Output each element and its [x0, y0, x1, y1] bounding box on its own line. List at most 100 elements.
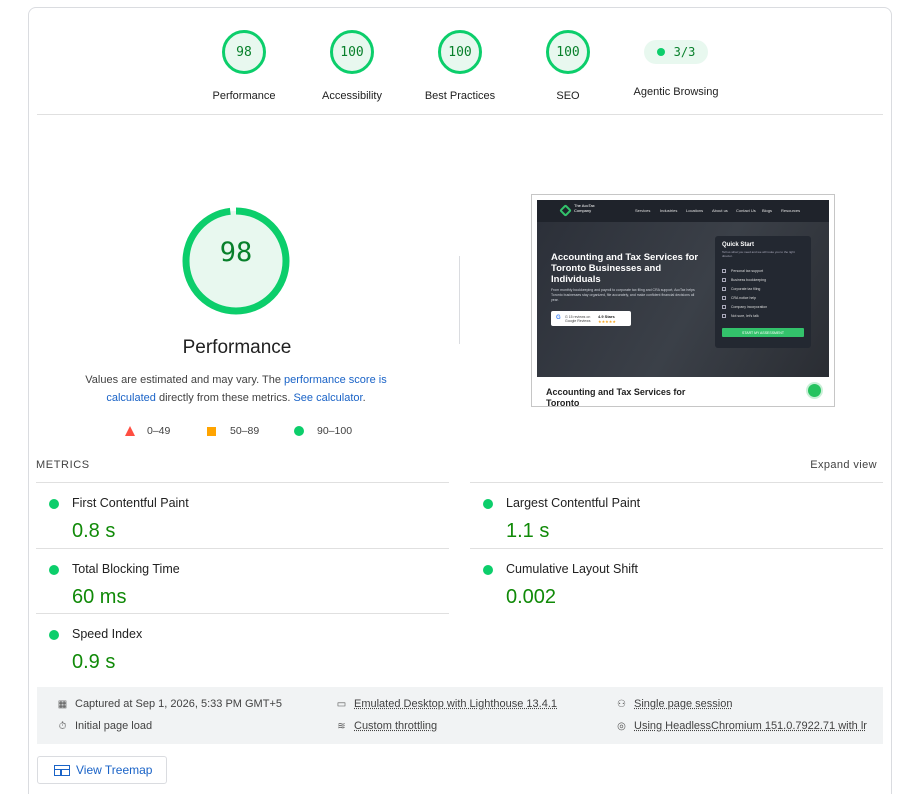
stars-icon: ★★★★★ [598, 319, 616, 324]
quick-start-option: Business bookkeeping [722, 278, 766, 282]
legend-good-range: 90–100 [317, 425, 353, 437]
calendar-icon: ▦ [57, 698, 68, 710]
legend-poor: 0–49 [125, 425, 170, 437]
runtime-throttling[interactable]: ≋ Custom throttling [335, 720, 437, 732]
metric-divider [36, 613, 449, 614]
chrome-icon: ◎ [617, 720, 626, 732]
gauge-performance-label: Performance [212, 90, 276, 102]
agentic-pill: 3/3 [644, 40, 708, 64]
logo-icon [559, 204, 572, 217]
whatsapp-icon [808, 384, 821, 397]
pass-dot-icon [656, 48, 665, 56]
screenshot-nav-item: Industries [660, 208, 678, 213]
quick-start-option: CRA notice help [722, 296, 756, 300]
gauge-accessibility[interactable]: 100 Accessibility [302, 30, 402, 102]
runtime-initial: ⏱ Initial page load [56, 720, 152, 732]
metric-value: 60 ms [72, 586, 127, 608]
legend-good: 90–100 [294, 425, 352, 437]
performance-title: Performance [182, 337, 292, 358]
see-calculator-link[interactable]: See calculator [293, 392, 362, 404]
gauge-best-practices-label: Best Practices [424, 90, 496, 102]
score-legend: 0–49 50–89 90–100 [125, 425, 405, 441]
metric-total-blocking-time: Total Blocking Time 60 ms [36, 555, 436, 615]
legend-average: 50–89 [207, 425, 259, 437]
gauge-seo[interactable]: 100 SEO [518, 30, 618, 102]
gauge-best-practices[interactable]: 100 Best Practices [410, 30, 510, 102]
metric-value: 0.9 s [72, 651, 116, 673]
wifi-icon: ≋ [337, 720, 346, 732]
screenshot-nav-item: Contact Us [736, 208, 756, 213]
screenshot-headline: Accounting and Tax Services for Toronto … [551, 252, 699, 285]
view-treemap-button[interactable]: View Treemap [37, 756, 167, 784]
quick-start-desc: Tell us what you need and we will route … [722, 250, 795, 258]
gauge-divider [37, 114, 883, 115]
metric-name: First Contentful Paint [72, 496, 189, 510]
screenshot-logo: The AccTax Company [574, 203, 595, 213]
pass-circle-icon [294, 426, 304, 436]
metric-name: Speed Index [72, 627, 143, 641]
screenshot-nav-item: Services [635, 208, 651, 213]
quick-start-title: Quick Start [722, 242, 755, 248]
desktop-icon: ▭ [336, 698, 347, 710]
screenshot-subtext: From monthly bookkeeping and payroll to … [551, 288, 695, 302]
metric-speed-index: Speed Index 0.9 s [36, 620, 436, 680]
agentic-value: 3/3 [673, 45, 696, 59]
emulated-text: Emulated Desktop with Lighthouse 13.4.1 [354, 698, 558, 710]
pass-dot-icon [483, 499, 493, 509]
screenshot-below-heading: Accounting and Tax Services for Toronto [546, 387, 686, 407]
final-screenshot[interactable]: The AccTax Company Services Industries L… [531, 194, 835, 407]
gauge-agentic-browsing[interactable]: 3/3 Agentic Browsing [626, 30, 726, 98]
quick-start-option: Corporate tax filing [722, 287, 760, 291]
quick-start-cta: START MY ASSESSMENT [722, 328, 804, 337]
browser-text: Using HeadlessChromium 151.0.7922.71 wit… [634, 720, 867, 732]
fail-triangle-icon [125, 426, 135, 436]
metric-name: Largest Contentful Paint [506, 496, 641, 510]
runtime-emulated[interactable]: ▭ Emulated Desktop with Lighthouse 13.4.… [335, 698, 557, 710]
score-gauges: 98 Performance 100 Accessibility 100 Bes… [29, 8, 893, 115]
metric-value: 1.1 s [506, 520, 550, 542]
note-suffix: . [362, 392, 366, 404]
runtime-settings: ▦ Captured at Sep 1, 2026, 5:33 PM GMT+5… [37, 687, 883, 744]
metric-value: 0.002 [506, 586, 557, 608]
timer-icon: ⏱ [58, 720, 67, 732]
quick-start-panel: Quick Start Tell us what you need and we… [715, 236, 811, 348]
metrics-header: METRICS [36, 459, 90, 471]
treemap-icon [54, 764, 70, 776]
average-square-icon [207, 426, 216, 436]
captured-text: Captured at Sep 1, 2026, 5:33 PM GMT+5 [75, 698, 282, 710]
note-mid: directly from these metrics. [155, 392, 294, 404]
metric-cumulative-layout-shift: Cumulative Layout Shift 0.002 [470, 555, 870, 615]
report-card: 98 Performance 100 Accessibility 100 Bes… [28, 7, 892, 794]
gauge-best-practices-score: 100 [438, 30, 482, 74]
screenshot-hero: The AccTax Company Services Industries L… [537, 200, 829, 377]
metric-divider [470, 482, 883, 483]
pass-dot-icon [49, 630, 59, 640]
expand-view-toggle[interactable]: Expand view [810, 459, 877, 471]
initial-text: Initial page load [75, 720, 153, 732]
quick-start-option: Personal tax support [722, 269, 763, 273]
pass-dot-icon [483, 565, 493, 575]
screenshot-nav: The AccTax Company Services Industries L… [537, 200, 829, 222]
gauge-performance[interactable]: 98 Performance [194, 30, 294, 102]
gauge-seo-score: 100 [546, 30, 590, 74]
runtime-captured: ▦ Captured at Sep 1, 2026, 5:33 PM GMT+5 [56, 698, 282, 710]
vertical-separator [459, 256, 460, 344]
quick-start-option: Company incorporation [722, 305, 767, 309]
metric-value: 0.8 s [72, 520, 116, 542]
agentic-label: Agentic Browsing [633, 86, 719, 98]
note-prefix: Values are estimated and may vary. The [85, 374, 284, 386]
gauge-accessibility-score: 100 [330, 30, 374, 74]
google-icon: G [556, 315, 561, 321]
runtime-browser[interactable]: ◎ Using HeadlessChromium 151.0.7922.71 w… [615, 720, 867, 732]
runtime-session[interactable]: ⚇ Single page session [615, 698, 732, 710]
session-text: Single page session [634, 698, 733, 710]
gauge-accessibility-label: Accessibility [322, 90, 382, 102]
metric-name: Total Blocking Time [72, 562, 180, 576]
quick-start-option: Not sure, let's talk [722, 314, 759, 318]
legend-average-range: 50–89 [230, 425, 260, 437]
metric-largest-contentful-paint: Largest Contentful Paint 1.1 s [470, 489, 870, 549]
session-icon: ⚇ [617, 698, 626, 710]
screenshot-nav-item: Locations [686, 208, 704, 213]
gauge-performance-score: 98 [222, 30, 266, 74]
view-treemap-label: View Treemap [76, 763, 153, 777]
